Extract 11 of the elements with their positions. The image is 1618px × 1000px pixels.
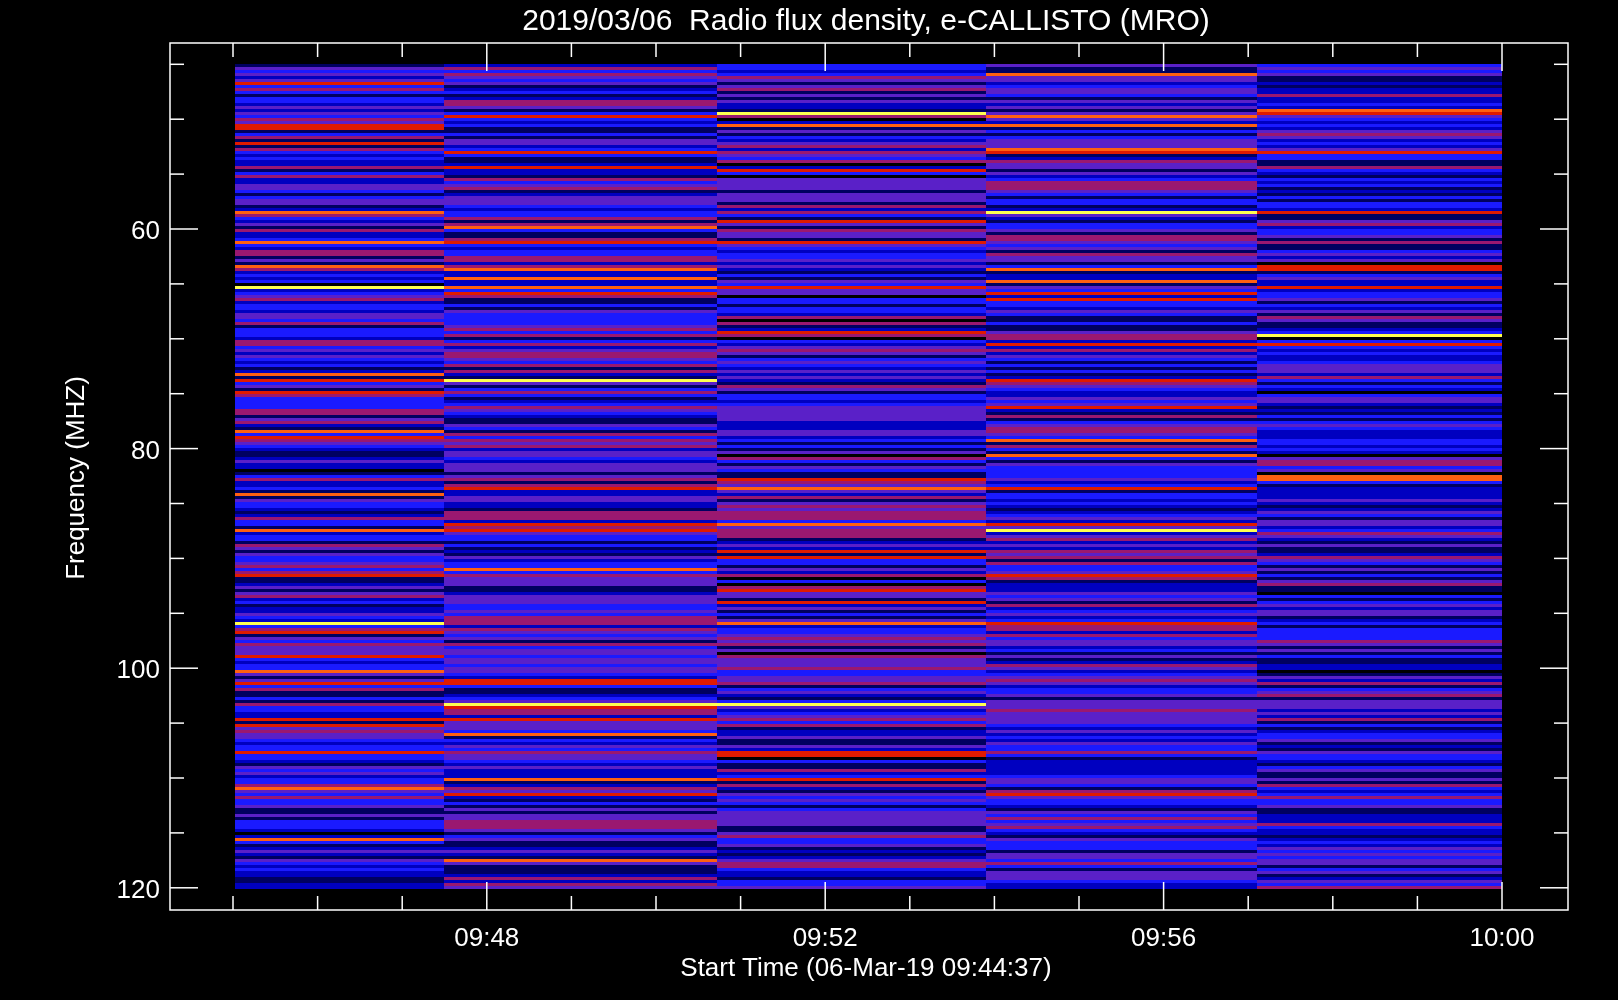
x-tick-label: 09:52 (792, 922, 858, 952)
x-tick-label: 10:00 (1469, 922, 1535, 952)
chart-title: 2019/03/06 Radio flux density, e-CALLISTO (MRO) (522, 3, 1210, 36)
x-tick-label: 09:56 (1131, 922, 1197, 952)
x-axis-label: Start Time (06-Mar-19 09:44:37) (680, 952, 1052, 982)
y-tick-label: 100 (116, 654, 160, 685)
y-tick-label: 120 (116, 873, 160, 904)
x-tick-label: 09:48 (454, 922, 520, 952)
y-tick-label: 60 (131, 215, 160, 245)
y-axis-label: Frequency (MHZ) (60, 376, 90, 580)
y-tick-label: 80 (131, 434, 160, 465)
